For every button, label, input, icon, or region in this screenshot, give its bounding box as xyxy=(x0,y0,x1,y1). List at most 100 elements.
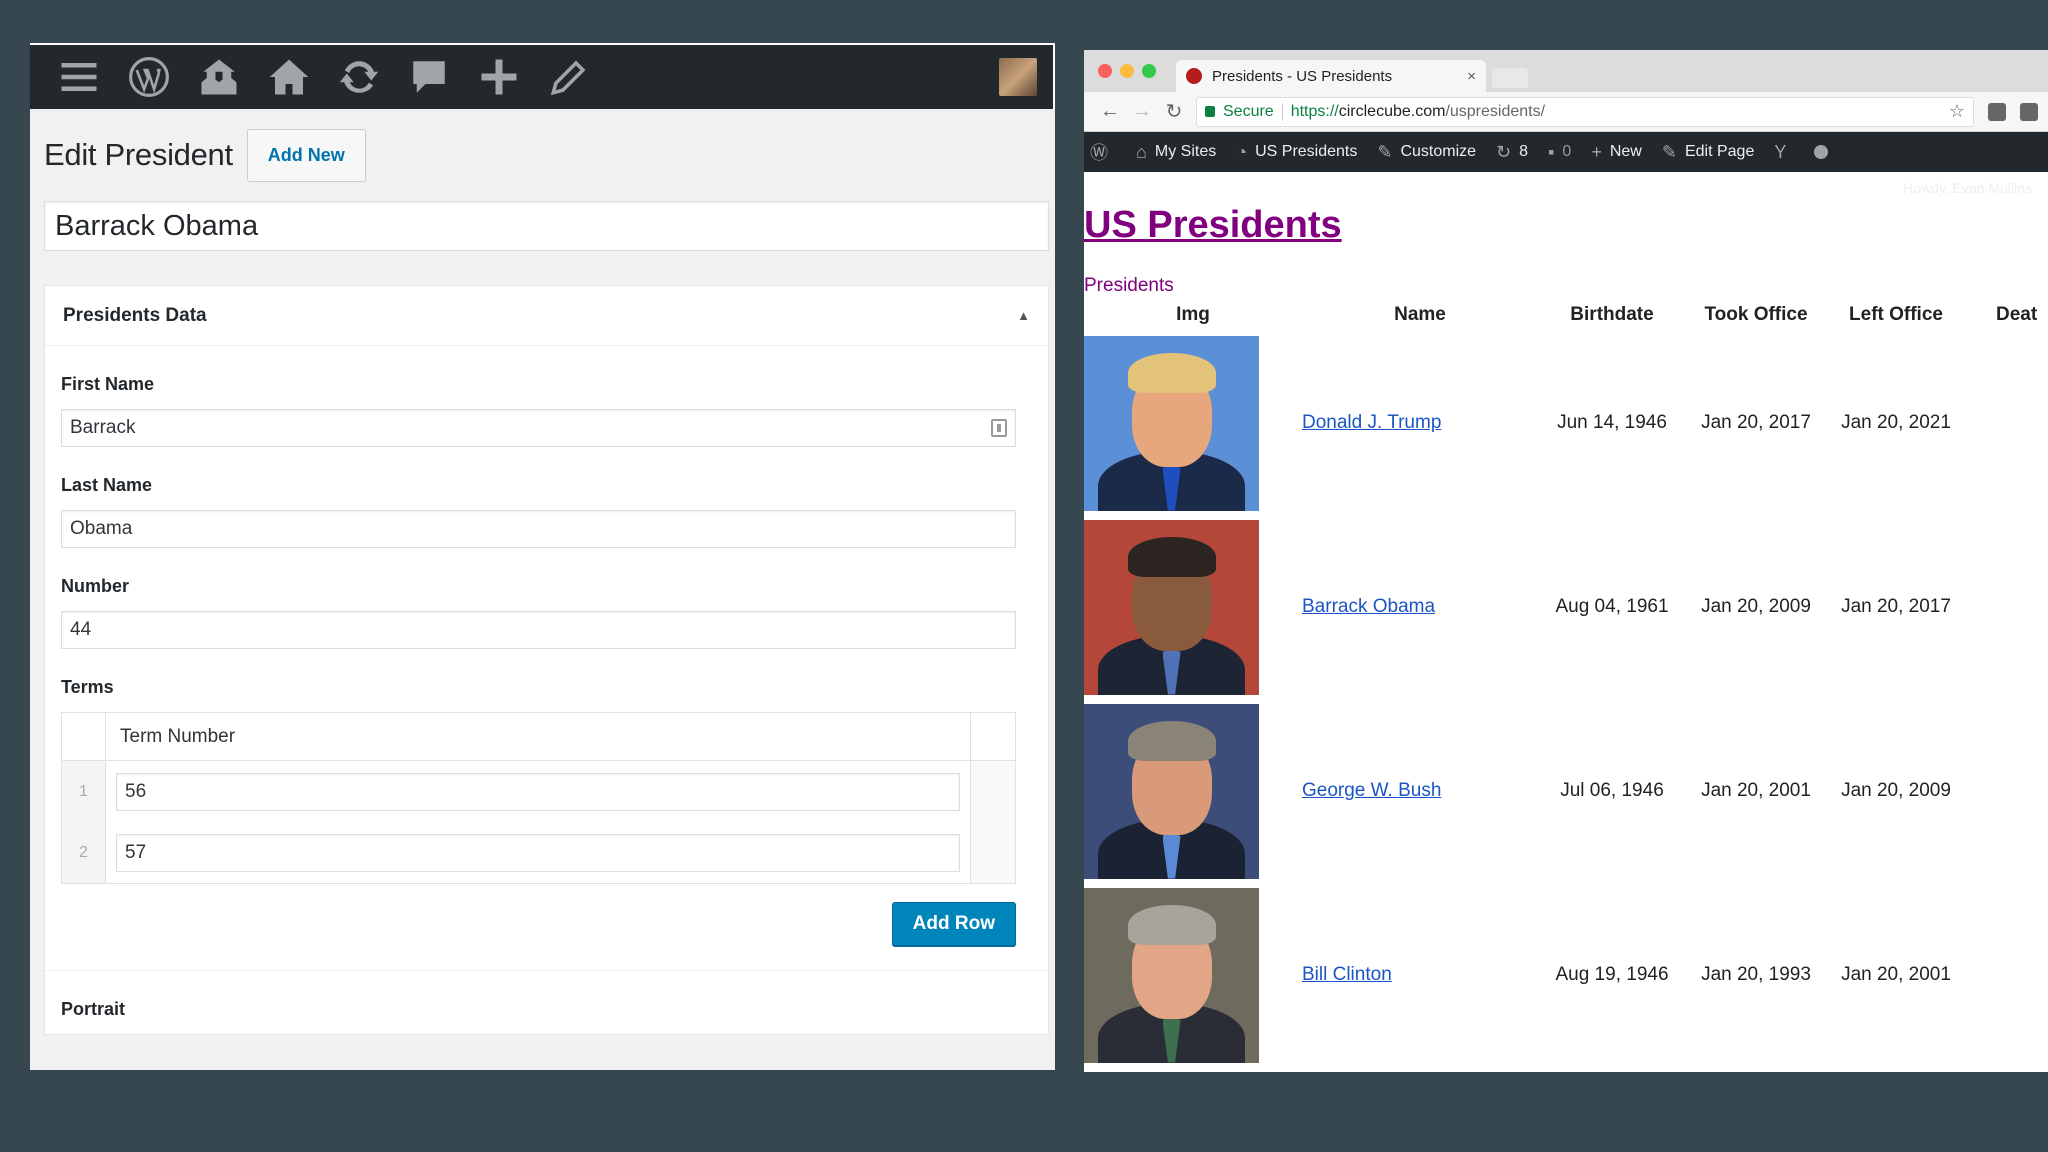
presidents-data-metabox: Presidents Data ▲ First Name Barrack Las… xyxy=(44,285,1049,1035)
password-manager-icon[interactable] xyxy=(991,419,1007,437)
presidents-table: Img Name Birthdate Took Office Left Offi… xyxy=(1084,299,2048,1067)
post-title-input[interactable]: Barrack Obama xyxy=(44,201,1049,251)
add-row-button[interactable]: Add Row xyxy=(891,902,1016,946)
term-cell: 56 xyxy=(106,761,971,822)
birthdate-column-header: Birthdate xyxy=(1570,304,1654,325)
row-order-handle[interactable]: 1 xyxy=(62,761,106,822)
president-name-link[interactable]: George W. Bush xyxy=(1302,780,1538,802)
table-row: Bill Clinton Aug 19, 1946 Jan 20, 1993 J… xyxy=(1084,883,2048,1067)
back-arrow-icon[interactable]: ← xyxy=(1094,100,1126,123)
my-sites-label: My Sites xyxy=(1154,143,1217,160)
customize-label: Customize xyxy=(1400,143,1477,160)
comments-item[interactable]: ▪ 0 xyxy=(1548,142,1571,163)
home-icon[interactable] xyxy=(254,44,324,110)
row-remove-cell[interactable] xyxy=(971,761,1015,822)
table-row: George W. Bush Jul 06, 1946 Jan 20, 2001… xyxy=(1084,699,2048,883)
wordpress-extension-icon[interactable] xyxy=(1988,102,2006,121)
minimize-window-button[interactable] xyxy=(1120,64,1134,78)
last-name-input[interactable]: Obama xyxy=(61,510,1016,548)
metabox-header[interactable]: Presidents Data ▲ xyxy=(45,286,1048,346)
bookmark-star-icon[interactable]: ☆ xyxy=(1949,101,1965,122)
new-tab-button[interactable] xyxy=(1492,68,1528,88)
tab-title: Presidents - US Presidents xyxy=(1212,67,1393,85)
add-new-button[interactable]: Add New xyxy=(246,128,366,182)
number-input[interactable]: 44 xyxy=(61,611,1016,649)
portrait-field: Portrait xyxy=(45,971,1048,1034)
left-office-cell: Jan 20, 2021 xyxy=(1841,412,1951,433)
first-name-input[interactable]: Barrack xyxy=(61,409,1016,447)
updates-icon[interactable] xyxy=(324,44,394,110)
birthdate-cell: Jun 14, 1946 xyxy=(1557,412,1667,433)
updates-item[interactable]: ↻ 8 xyxy=(1496,142,1528,163)
wordpress-icon[interactable] xyxy=(114,44,184,110)
comments-icon[interactable] xyxy=(394,44,464,110)
number-field: Number 44 xyxy=(45,548,1048,649)
took-office-cell: Jan 20, 2017 xyxy=(1701,412,1811,433)
row-order-handle[interactable]: 2 xyxy=(62,822,106,883)
menu-icon[interactable] xyxy=(44,44,114,110)
brush-icon: ✎ xyxy=(1377,141,1393,162)
took-office-cell: Jan 20, 1993 xyxy=(1701,964,1811,985)
president-name-link[interactable]: Donald J. Trump xyxy=(1302,412,1538,434)
portrait-hair xyxy=(1127,905,1216,945)
maximize-window-button[interactable] xyxy=(1142,64,1156,78)
name-column-header: Name xyxy=(1394,304,1446,325)
first-name-field: First Name Barrack xyxy=(45,346,1048,447)
terms-row: 2 57 xyxy=(62,822,1015,883)
terms-label: Terms xyxy=(61,677,114,697)
remove-header-cell xyxy=(971,713,1015,760)
last-name-label: Last Name xyxy=(61,475,153,495)
terms-header-row: Term Number xyxy=(62,713,1015,761)
comments-icon: ▪ xyxy=(1548,141,1555,162)
left-office-cell: Jan 20, 2001 xyxy=(1841,964,1951,985)
yoast-item[interactable]: Y xyxy=(1774,142,1794,163)
first-name-value: Barrack xyxy=(70,417,136,438)
new-content-icon[interactable] xyxy=(464,44,534,110)
my-sites-icon[interactable] xyxy=(184,44,254,110)
terms-repeater-table: Term Number 1 56 2 57 xyxy=(61,712,1016,884)
term-number-input[interactable]: 57 xyxy=(116,833,960,872)
avatar[interactable] xyxy=(999,58,1037,96)
site-name-item[interactable]: ◔ US Presidents xyxy=(1236,142,1357,163)
president-name-link[interactable]: Bill Clinton xyxy=(1302,964,1538,986)
wordpress-logo-item[interactable]: Ⓦ xyxy=(1090,139,1116,165)
president-portrait xyxy=(1084,519,1259,695)
table-caption: Presidents xyxy=(1084,275,1174,296)
tab-close-icon[interactable]: × xyxy=(1467,68,1476,85)
edit-icon[interactable] xyxy=(534,44,604,110)
site-admin-bar: Ⓦ ⌂ My Sites ◔ US Presidents ✎ Customize ↻ 8… xyxy=(1084,132,2048,172)
extension-icon[interactable] xyxy=(2020,102,2038,121)
order-header-cell xyxy=(62,713,106,760)
browser-window: Presidents - US Presidents × ← → ↻ Secur… xyxy=(1084,50,2048,1072)
table-header-row: Img Name Birthdate Took Office Left Offi… xyxy=(1084,299,2048,331)
address-bar[interactable]: Secure https://circlecube.com/uspresiden… xyxy=(1196,96,1974,127)
first-name-label: First Name xyxy=(61,374,155,394)
img-column-header: Img xyxy=(1176,304,1210,325)
reload-icon[interactable]: ↻ xyxy=(1158,99,1190,124)
site-title-link[interactable]: US Presidents xyxy=(1084,204,1342,247)
customize-item[interactable]: ✎ Customize xyxy=(1377,142,1476,163)
howdy-user[interactable]: Howdy, Evan Mullins xyxy=(1903,180,2032,196)
portrait-cell xyxy=(1084,887,1302,1063)
browser-tab-strip: Presidents - US Presidents × xyxy=(1084,50,2048,92)
term-number-header: Term Number xyxy=(106,713,971,760)
close-window-button[interactable] xyxy=(1098,64,1112,78)
forward-arrow-icon[interactable]: → xyxy=(1126,100,1158,123)
president-portrait xyxy=(1084,335,1259,511)
updates-icon: ↻ xyxy=(1496,141,1512,162)
took-office-cell: Jan 20, 2009 xyxy=(1701,596,1811,617)
browser-tab[interactable]: Presidents - US Presidents × xyxy=(1176,60,1486,92)
left-office-cell: Jan 20, 2017 xyxy=(1841,596,1951,617)
lock-icon xyxy=(1205,106,1215,117)
new-item[interactable]: + New xyxy=(1591,142,1642,163)
row-remove-cell[interactable] xyxy=(971,822,1015,883)
wordpress-icon: Ⓦ xyxy=(1090,143,1108,163)
president-name-link[interactable]: Barrack Obama xyxy=(1302,596,1538,618)
number-label: Number xyxy=(61,576,130,596)
collapse-arrow-icon[interactable]: ▲ xyxy=(1017,308,1030,323)
seo-status-dot-icon[interactable] xyxy=(1814,145,1829,159)
my-sites-item[interactable]: ⌂ My Sites xyxy=(1136,142,1216,163)
edit-page-item[interactable]: ✎ Edit Page xyxy=(1662,142,1754,163)
term-number-input[interactable]: 56 xyxy=(116,772,960,811)
edit-screen: Edit President Add New Barrack Obama Pre… xyxy=(30,109,1055,1035)
